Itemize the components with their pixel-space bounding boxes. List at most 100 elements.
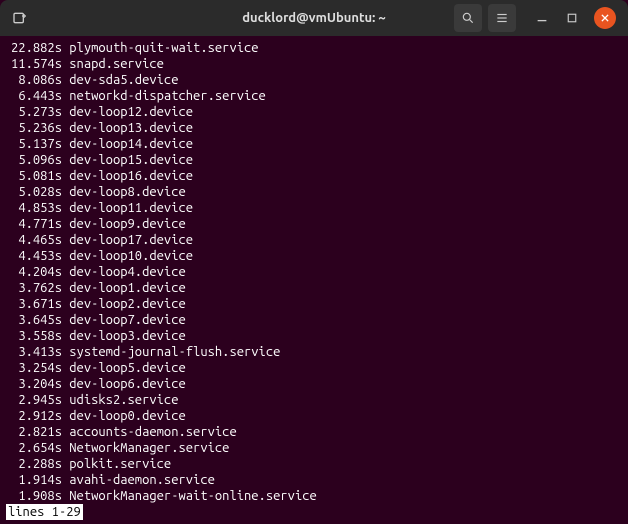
menu-button[interactable] bbox=[488, 4, 516, 32]
output-line: 3.671s dev-loop2.device bbox=[6, 296, 622, 312]
service-name: dev-loop5.device bbox=[69, 361, 185, 375]
window-titlebar: ducklord@vmUbuntu: ~ bbox=[0, 0, 628, 36]
time-value: 3.645s bbox=[6, 312, 62, 328]
service-name: NetworkManager.service bbox=[69, 441, 229, 455]
time-value: 3.762s bbox=[6, 280, 62, 296]
minimize-button[interactable] bbox=[534, 10, 550, 26]
time-value: 8.086s bbox=[6, 72, 62, 88]
service-name: accounts-daemon.service bbox=[69, 425, 236, 439]
output-line: 1.914s avahi-daemon.service bbox=[6, 472, 622, 488]
time-value: 4.853s bbox=[6, 200, 62, 216]
output-line: 3.645s dev-loop7.device bbox=[6, 312, 622, 328]
service-name: dev-loop11.device bbox=[69, 201, 193, 215]
output-line: 3.254s dev-loop5.device bbox=[6, 360, 622, 376]
output-line: 2.945s udisks2.service bbox=[6, 392, 622, 408]
output-line: 6.443s networkd-dispatcher.service bbox=[6, 88, 622, 104]
output-line: 4.465s dev-loop17.device bbox=[6, 232, 622, 248]
time-value: 22.882s bbox=[6, 40, 62, 56]
service-name: dev-loop7.device bbox=[69, 313, 185, 327]
service-name: dev-loop6.device bbox=[69, 377, 185, 391]
time-value: 4.453s bbox=[6, 248, 62, 264]
output-line: 2.288s polkit.service bbox=[6, 456, 622, 472]
output-line: 3.204s dev-loop6.device bbox=[6, 376, 622, 392]
service-name: dev-loop4.device bbox=[69, 265, 185, 279]
service-name: dev-loop17.device bbox=[69, 233, 193, 247]
service-name: dev-loop12.device bbox=[69, 105, 193, 119]
output-line: 22.882s plymouth-quit-wait.service bbox=[6, 40, 622, 56]
service-name: dev-loop9.device bbox=[69, 217, 185, 231]
new-tab-button[interactable] bbox=[8, 6, 32, 30]
close-icon bbox=[600, 13, 610, 23]
time-value: 4.465s bbox=[6, 232, 62, 248]
output-line: 3.762s dev-loop1.device bbox=[6, 280, 622, 296]
time-value: 2.288s bbox=[6, 456, 62, 472]
close-button[interactable] bbox=[594, 7, 616, 29]
search-button[interactable] bbox=[454, 4, 482, 32]
output-line: 5.236s dev-loop13.device bbox=[6, 120, 622, 136]
service-name: dev-loop3.device bbox=[69, 329, 185, 343]
output-line: 4.853s dev-loop11.device bbox=[6, 200, 622, 216]
window-title: ducklord@vmUbuntu: ~ bbox=[242, 11, 386, 25]
service-name: dev-loop14.device bbox=[69, 137, 193, 151]
service-name: dev-loop15.device bbox=[69, 153, 193, 167]
time-value: 3.254s bbox=[6, 360, 62, 376]
time-value: 4.771s bbox=[6, 216, 62, 232]
service-name: dev-loop10.device bbox=[69, 249, 193, 263]
pager-status: lines 1-29 bbox=[6, 504, 83, 520]
service-name: dev-loop0.device bbox=[69, 409, 185, 423]
output-line: 2.821s accounts-daemon.service bbox=[6, 424, 622, 440]
time-value: 3.413s bbox=[6, 344, 62, 360]
output-line: 5.028s dev-loop8.device bbox=[6, 184, 622, 200]
service-name: systemd-journal-flush.service bbox=[69, 345, 280, 359]
output-line: 5.137s dev-loop14.device bbox=[6, 136, 622, 152]
service-name: dev-loop8.device bbox=[69, 185, 185, 199]
output-line: 11.574s snapd.service bbox=[6, 56, 622, 72]
service-name: dev-loop13.device bbox=[69, 121, 193, 135]
service-name: dev-loop16.device bbox=[69, 169, 193, 183]
maximize-button[interactable] bbox=[564, 10, 580, 26]
time-value: 5.273s bbox=[6, 104, 62, 120]
maximize-icon bbox=[566, 12, 578, 24]
output-line: 3.558s dev-loop3.device bbox=[6, 328, 622, 344]
service-name: dev-sda5.device bbox=[69, 73, 178, 87]
output-line: 1.908s NetworkManager-wait-online.servic… bbox=[6, 488, 622, 504]
service-name: dev-loop2.device bbox=[69, 297, 185, 311]
time-value: 2.654s bbox=[6, 440, 62, 456]
output-line: 4.771s dev-loop9.device bbox=[6, 216, 622, 232]
time-value: 3.671s bbox=[6, 296, 62, 312]
service-name: polkit.service bbox=[69, 457, 171, 471]
time-value: 5.236s bbox=[6, 120, 62, 136]
output-line: 4.453s dev-loop10.device bbox=[6, 248, 622, 264]
titlebar-left bbox=[8, 6, 32, 30]
time-value: 6.443s bbox=[6, 88, 62, 104]
service-name: snapd.service bbox=[69, 57, 164, 71]
search-icon bbox=[461, 11, 475, 25]
time-value: 3.204s bbox=[6, 376, 62, 392]
terminal-output[interactable]: 22.882s plymouth-quit-wait.service11.574… bbox=[0, 36, 628, 524]
service-name: networkd-dispatcher.service bbox=[69, 89, 266, 103]
time-value: 2.821s bbox=[6, 424, 62, 440]
output-line: 8.086s dev-sda5.device bbox=[6, 72, 622, 88]
window-controls bbox=[534, 7, 616, 29]
time-value: 1.908s bbox=[6, 488, 62, 504]
time-value: 5.081s bbox=[6, 168, 62, 184]
service-name: NetworkManager-wait-online.service bbox=[69, 489, 317, 503]
time-value: 11.574s bbox=[6, 56, 62, 72]
minimize-icon bbox=[535, 11, 549, 25]
output-line: 2.654s NetworkManager.service bbox=[6, 440, 622, 456]
time-value: 2.912s bbox=[6, 408, 62, 424]
hamburger-icon bbox=[495, 11, 509, 25]
output-line: 2.912s dev-loop0.device bbox=[6, 408, 622, 424]
output-line: 5.273s dev-loop12.device bbox=[6, 104, 622, 120]
new-tab-icon bbox=[12, 10, 28, 26]
titlebar-right bbox=[454, 4, 620, 32]
service-name: plymouth-quit-wait.service bbox=[69, 41, 258, 55]
time-value: 5.096s bbox=[6, 152, 62, 168]
time-value: 4.204s bbox=[6, 264, 62, 280]
time-value: 3.558s bbox=[6, 328, 62, 344]
output-line: 5.081s dev-loop16.device bbox=[6, 168, 622, 184]
output-line: 4.204s dev-loop4.device bbox=[6, 264, 622, 280]
time-value: 5.028s bbox=[6, 184, 62, 200]
time-value: 1.914s bbox=[6, 472, 62, 488]
service-name: dev-loop1.device bbox=[69, 281, 185, 295]
